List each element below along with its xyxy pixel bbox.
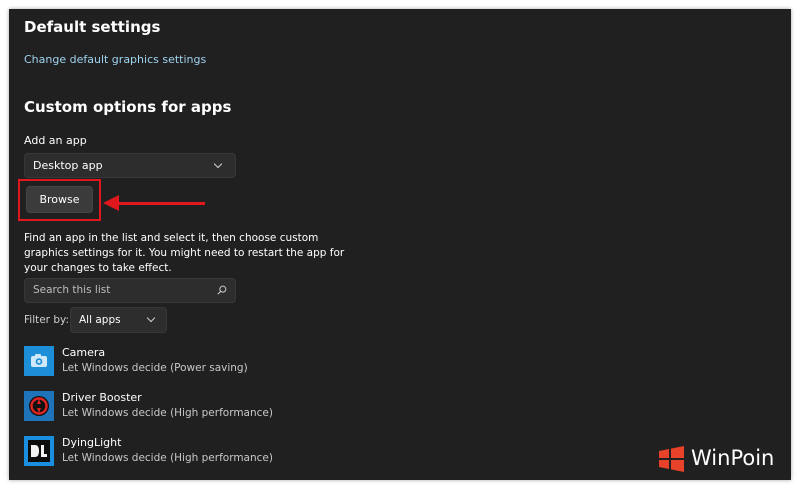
default-settings-heading: Default settings bbox=[24, 18, 161, 36]
filter-value: All apps bbox=[79, 314, 121, 326]
settings-window: Default settings Change default graphics… bbox=[9, 9, 791, 480]
watermark-text: WinPoin bbox=[691, 446, 775, 470]
app-name: DyingLight bbox=[62, 436, 122, 449]
change-default-graphics-link[interactable]: Change default graphics settings bbox=[24, 53, 206, 66]
instructions-text: Find an app in the list and select it, t… bbox=[24, 232, 345, 274]
camera-icon bbox=[24, 346, 54, 376]
filter-dropdown[interactable]: All apps bbox=[70, 307, 167, 333]
driver-booster-icon bbox=[24, 391, 54, 421]
search-icon bbox=[217, 285, 227, 295]
chevron-down-icon bbox=[146, 313, 156, 323]
app-status: Let Windows decide (High performance) bbox=[62, 452, 273, 464]
chevron-down-icon bbox=[213, 159, 223, 169]
search-box[interactable]: Search this list bbox=[24, 278, 236, 303]
search-input[interactable]: Search this list bbox=[33, 284, 110, 296]
app-item-dyinglight[interactable]: DyingLight Let Windows decide (High perf… bbox=[24, 436, 424, 468]
filter-label: Filter by: bbox=[24, 314, 69, 326]
app-name: Camera bbox=[62, 346, 106, 359]
annotation-arrow bbox=[117, 202, 205, 205]
app-name: Driver Booster bbox=[62, 391, 142, 404]
app-item-driver-booster[interactable]: Driver Booster Let Windows decide (High … bbox=[24, 391, 424, 423]
app-status: Let Windows decide (Power saving) bbox=[62, 362, 248, 374]
app-item-camera[interactable]: Camera Let Windows decide (Power saving) bbox=[24, 346, 424, 378]
dying-light-icon bbox=[24, 436, 54, 466]
winpoin-watermark: WinPoin bbox=[657, 443, 791, 473]
app-type-dropdown[interactable]: Desktop app bbox=[24, 153, 236, 178]
windows-logo-icon bbox=[659, 446, 684, 472]
browse-button[interactable]: Browse bbox=[26, 186, 93, 213]
app-type-value: Desktop app bbox=[33, 159, 103, 172]
app-status: Let Windows decide (High performance) bbox=[62, 407, 273, 419]
custom-options-heading: Custom options for apps bbox=[24, 98, 232, 116]
add-app-label: Add an app bbox=[24, 134, 87, 147]
